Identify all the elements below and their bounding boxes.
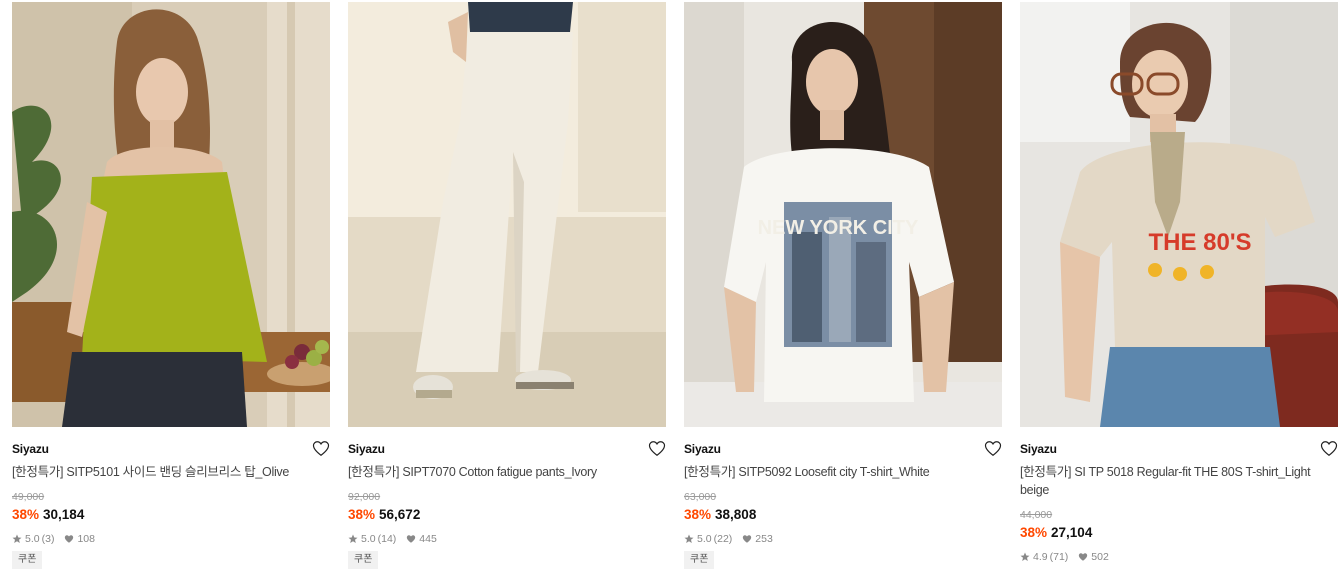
- rating-value: 5.0: [25, 533, 40, 545]
- like-count: 502: [1091, 551, 1109, 563]
- like-count: 253: [755, 533, 773, 545]
- brand-row: Siyazu: [12, 440, 330, 458]
- product-image[interactable]: THE 80'S: [1020, 2, 1338, 427]
- rating-row: 4.9 (71) 502: [1020, 550, 1338, 564]
- heart-outline-icon[interactable]: [1320, 440, 1338, 457]
- heart-filled-icon: [407, 535, 416, 543]
- sale-price: 38% 30,184: [12, 505, 330, 525]
- like-count: 108: [77, 533, 95, 545]
- rating-value: 4.9: [1033, 551, 1048, 563]
- price-box: 49,000 38% 30,184 5.0 (3) 108 쿠폰: [12, 489, 330, 569]
- like-count: 445: [419, 533, 437, 545]
- original-price: 49,000: [12, 491, 45, 503]
- product-card[interactable]: NEW YORK CITY Siyazu [한정특가] SITP5092 Loo…: [684, 0, 1002, 575]
- star-icon: [1020, 552, 1030, 561]
- discount-rate: 38%: [348, 507, 376, 522]
- product-image[interactable]: [12, 2, 330, 427]
- review-count: (3): [41, 533, 55, 545]
- rating-row: 5.0 (22) 253: [684, 532, 1002, 546]
- price-value: 27,104: [1051, 525, 1093, 540]
- review-count: (71): [1049, 551, 1069, 563]
- product-name[interactable]: [한정특가] SI TP 5018 Regular-fit THE 80S T-…: [1020, 463, 1336, 499]
- product-name[interactable]: [한정특가] SITP5101 사이드 밴딩 슬리브리스 탑_Olive: [12, 463, 328, 481]
- sale-price: 38% 38,808: [684, 505, 1002, 525]
- sale-price: 38% 56,672: [348, 505, 666, 525]
- discount-rate: 38%: [684, 507, 712, 522]
- star-icon: [348, 534, 358, 543]
- heart-filled-icon: [743, 535, 752, 543]
- price-box: 44,000 38% 27,104 4.9 (71) 502: [1020, 507, 1338, 564]
- price-value: 38,808: [715, 507, 757, 522]
- sale-price: 38% 27,104: [1020, 523, 1338, 543]
- tee-print-text: THE 80'S: [1148, 229, 1251, 256]
- star-icon: [684, 534, 694, 543]
- product-image[interactable]: NEW YORK CITY: [684, 2, 1002, 427]
- brand-name[interactable]: Siyazu: [348, 442, 385, 456]
- rating-row: 5.0 (3) 108: [12, 532, 330, 546]
- brand-row: Siyazu: [348, 440, 666, 458]
- discount-rate: 38%: [12, 507, 40, 522]
- rating-value: 5.0: [697, 533, 712, 545]
- heart-outline-icon[interactable]: [648, 440, 666, 457]
- star-icon: [12, 534, 22, 543]
- tee-print-text: NEW YORK CITY: [758, 217, 919, 239]
- heart-outline-icon[interactable]: [984, 440, 1002, 457]
- product-card[interactable]: THE 80'S Siyazu [한정특가] SI TP 5018 Regula…: [1020, 0, 1338, 575]
- brand-name[interactable]: Siyazu: [12, 442, 49, 456]
- original-price: 44,000: [1020, 509, 1053, 521]
- original-price: 63,000: [684, 491, 717, 503]
- coupon-badge: 쿠폰: [348, 551, 379, 569]
- brand-name[interactable]: Siyazu: [684, 442, 721, 456]
- review-count: (14): [377, 533, 397, 545]
- product-name[interactable]: [한정특가] SIPT7070 Cotton fatigue pants_Ivo…: [348, 463, 664, 481]
- heart-outline-icon[interactable]: [312, 440, 330, 457]
- product-grid: Siyazu [한정특가] SITP5101 사이드 밴딩 슬리브리스 탑_Ol…: [0, 0, 1342, 575]
- review-count: (22): [713, 533, 733, 545]
- price-box: 92,000 38% 56,672 5.0 (14) 445 쿠폰: [348, 489, 666, 569]
- price-value: 56,672: [379, 507, 421, 522]
- product-image[interactable]: [348, 2, 666, 427]
- brand-name[interactable]: Siyazu: [1020, 442, 1057, 456]
- brand-row: Siyazu: [684, 440, 1002, 458]
- discount-rate: 38%: [1020, 525, 1048, 540]
- price-box: 63,000 38% 38,808 5.0 (22) 253 쿠폰: [684, 489, 1002, 569]
- brand-row: Siyazu: [1020, 440, 1338, 458]
- coupon-badge: 쿠폰: [12, 551, 43, 569]
- original-price: 92,000: [348, 491, 381, 503]
- heart-filled-icon: [65, 535, 74, 543]
- product-name[interactable]: [한정특가] SITP5092 Loosefit city T-shirt_Wh…: [684, 463, 1000, 481]
- heart-filled-icon: [1079, 553, 1088, 561]
- rating-row: 5.0 (14) 445: [348, 532, 666, 546]
- coupon-badge: 쿠폰: [684, 551, 715, 569]
- rating-value: 5.0: [361, 533, 376, 545]
- price-value: 30,184: [43, 507, 85, 522]
- product-card[interactable]: Siyazu [한정특가] SIPT7070 Cotton fatigue pa…: [348, 0, 666, 575]
- product-card[interactable]: Siyazu [한정특가] SITP5101 사이드 밴딩 슬리브리스 탑_Ol…: [12, 0, 330, 575]
